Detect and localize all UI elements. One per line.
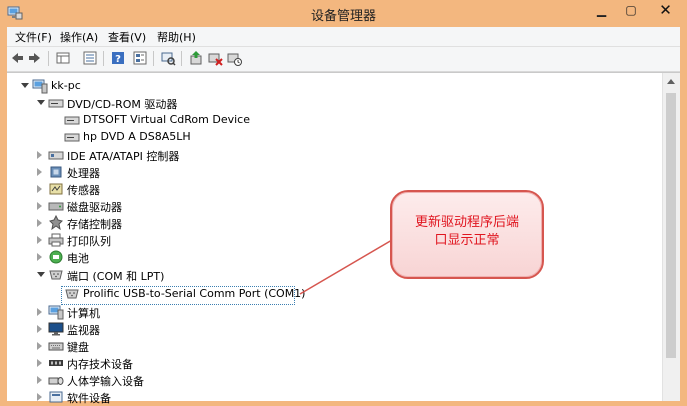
- device-manager-window: 设备管理器 ▁ ▢ ✕ 文件(F) 操作(A) 查看(V) 帮助(H) ? kk…: [0, 0, 687, 405]
- annotation-callout: 更新驱动程序后端 口显示正常: [390, 190, 544, 279]
- callout-pointer: [299, 239, 393, 295]
- annotation-text: 更新驱动程序后端 口显示正常: [414, 215, 519, 248]
